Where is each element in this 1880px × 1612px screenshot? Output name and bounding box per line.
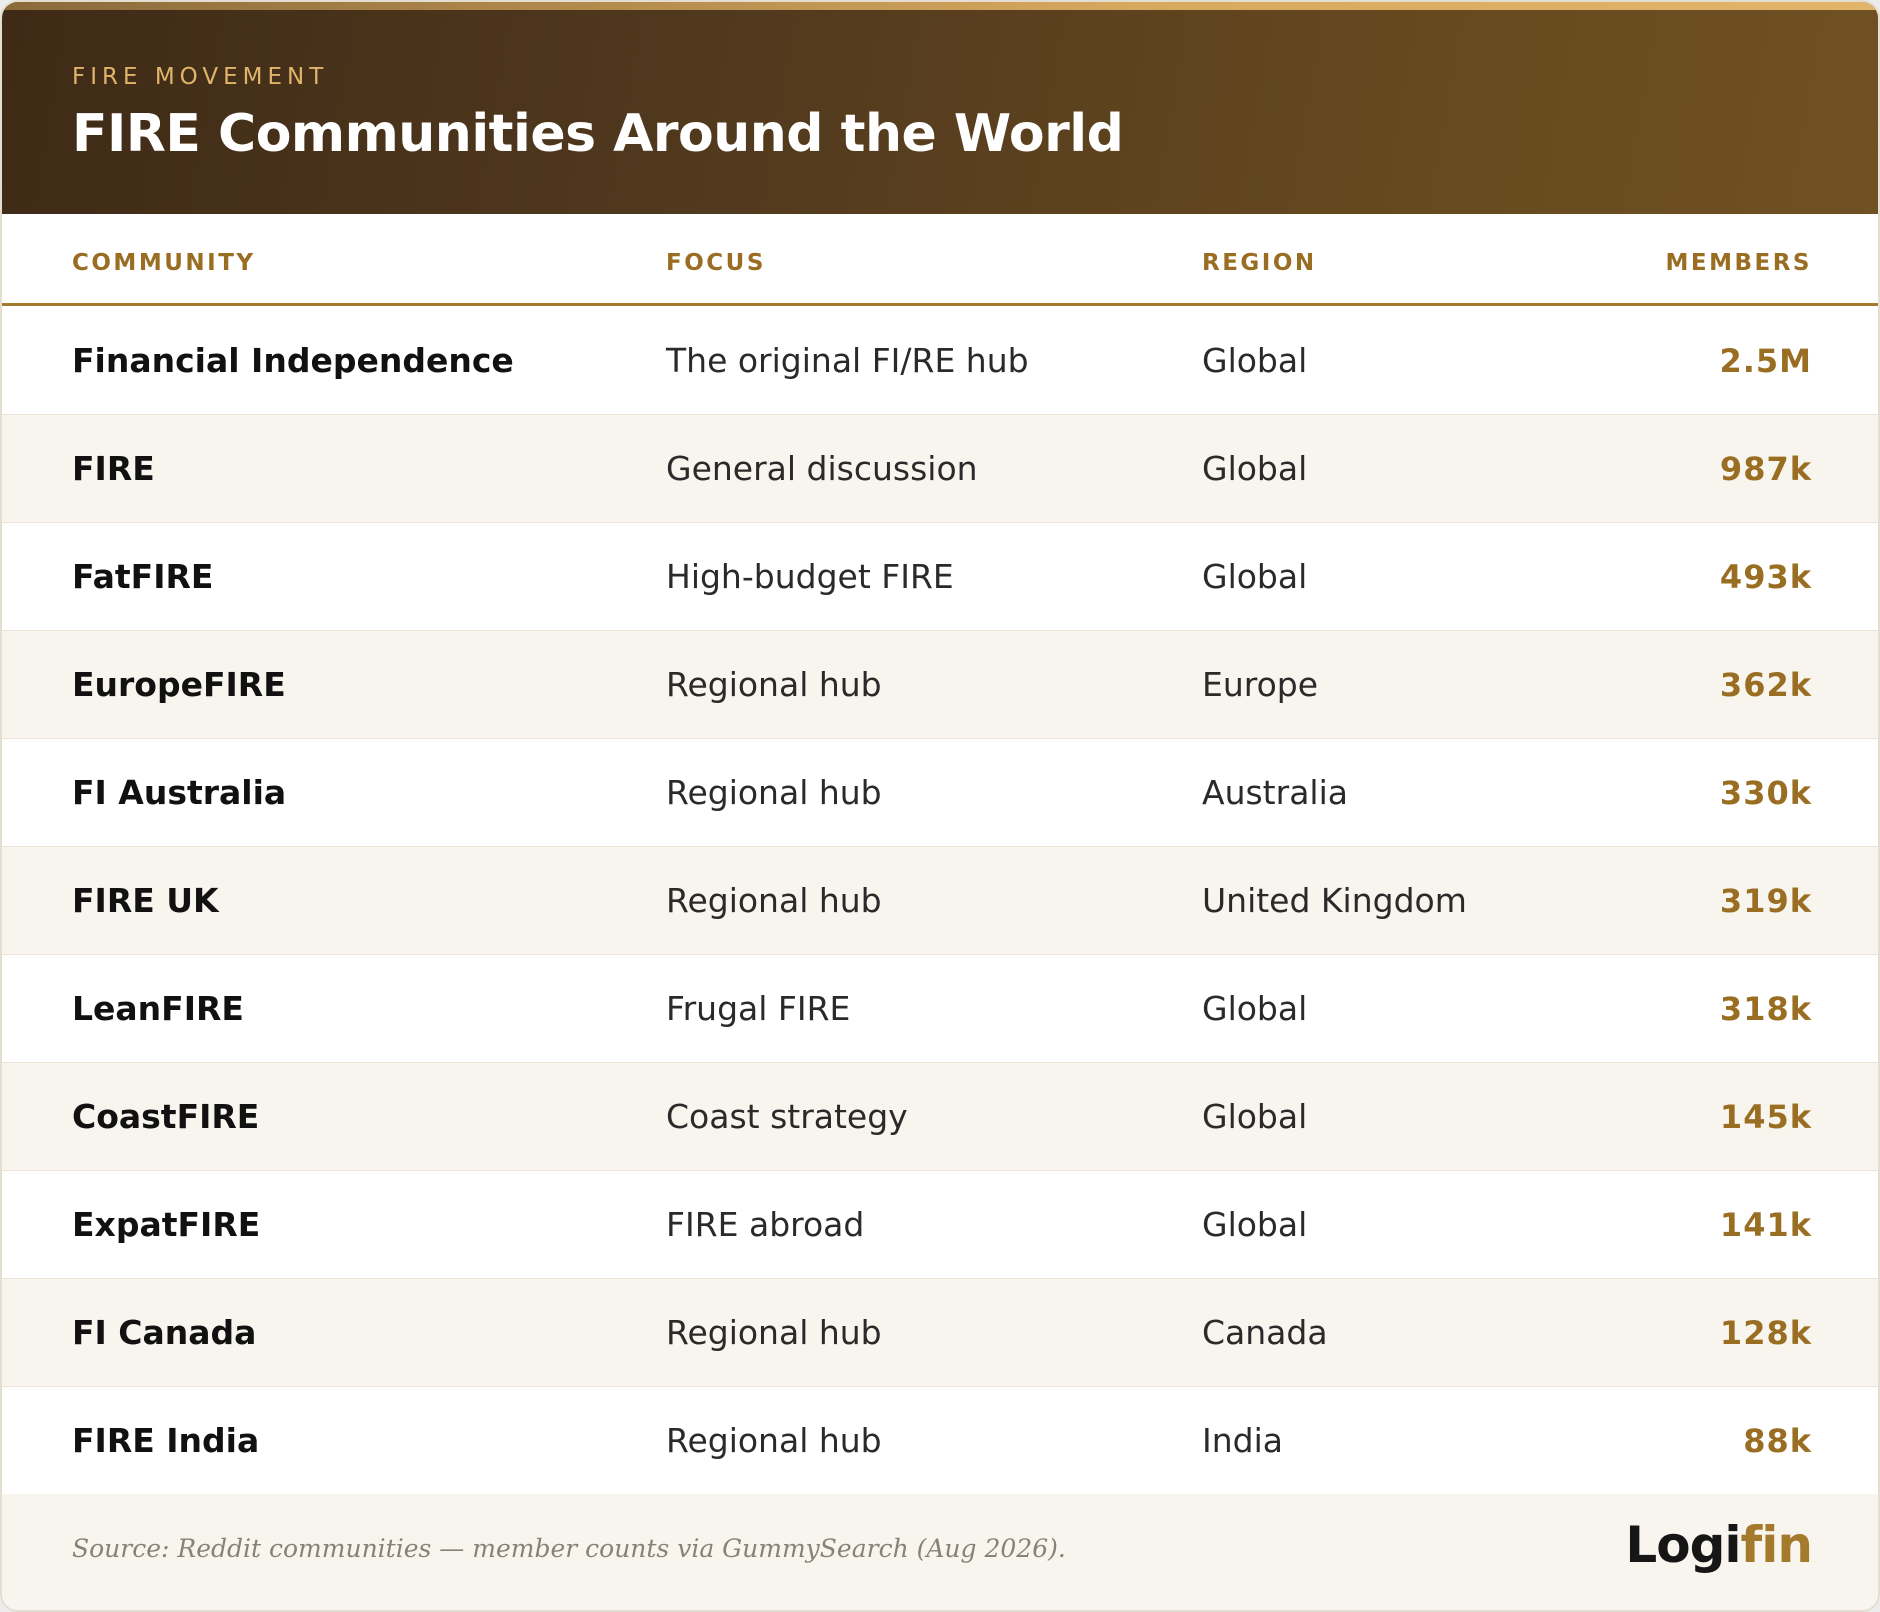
table-row: FatFIRE High-budget FIRE Global 493k	[2, 523, 1878, 631]
community-name: FI Canada	[72, 1313, 257, 1352]
table-row: FIRE UK Regional hub United Kingdom 319k	[2, 847, 1878, 955]
members-count: 362k	[1719, 666, 1812, 704]
column-header-region: REGION	[1202, 250, 1317, 276]
table-header: COMMUNITY FOCUS REGION MEMBERS	[2, 214, 1878, 306]
focus-cell: The original FI/RE hub	[666, 341, 1029, 380]
table-row: ExpatFIRE FIRE abroad Global 141k	[2, 1171, 1878, 1279]
region-cell: India	[1202, 1421, 1283, 1460]
focus-cell: Frugal FIRE	[666, 989, 851, 1028]
focus-cell: Regional hub	[666, 881, 882, 920]
focus-cell: Regional hub	[666, 1421, 882, 1460]
community-name: LeanFIRE	[72, 989, 244, 1028]
community-name: Financial Independence	[72, 341, 514, 380]
column-header-members: MEMBERS	[1665, 250, 1812, 276]
community-name: CoastFIRE	[72, 1097, 260, 1136]
table-row: EuropeFIRE Regional hub Europe 362k	[2, 631, 1878, 739]
brand-logo: Logifin	[1625, 1516, 1813, 1574]
members-count: 318k	[1719, 990, 1812, 1028]
region-cell: Europe	[1202, 665, 1319, 704]
members-count: 2.5M	[1719, 342, 1812, 380]
region-cell: Australia	[1202, 773, 1348, 812]
members-count: 319k	[1719, 882, 1812, 920]
region-cell: Canada	[1202, 1313, 1328, 1352]
region-cell: Global	[1202, 989, 1308, 1028]
eyebrow-label: FIRE MOVEMENT	[72, 64, 329, 90]
members-count: 141k	[1719, 1206, 1812, 1244]
brand-logo-part-2: fin	[1740, 1516, 1813, 1574]
community-name: FIRE UK	[72, 881, 219, 920]
fire-communities-card: FIRE MOVEMENT FIRE Communities Around th…	[0, 0, 1880, 1612]
region-cell: Global	[1202, 557, 1308, 596]
brand-logo-part-1: Logi	[1625, 1516, 1741, 1574]
members-count: 330k	[1719, 774, 1812, 812]
table-row: LeanFIRE Frugal FIRE Global 318k	[2, 955, 1878, 1063]
focus-cell: Regional hub	[666, 665, 882, 704]
members-count: 145k	[1719, 1098, 1812, 1136]
members-count: 88k	[1743, 1422, 1812, 1460]
community-name: FIRE	[72, 449, 155, 488]
members-count: 987k	[1719, 450, 1812, 488]
table-row: FI Canada Regional hub Canada 128k	[2, 1279, 1878, 1387]
region-cell: Global	[1202, 341, 1308, 380]
community-name: FatFIRE	[72, 557, 214, 596]
table-row: Financial Independence The original FI/R…	[2, 307, 1878, 415]
focus-cell: FIRE abroad	[666, 1205, 865, 1244]
column-header-community: COMMUNITY	[72, 250, 256, 276]
card-footer: Source: Reddit communities — member coun…	[2, 1494, 1878, 1610]
region-cell: United Kingdom	[1202, 881, 1467, 920]
focus-cell: Regional hub	[666, 773, 882, 812]
community-name: FI Australia	[72, 773, 287, 812]
table-row: FIRE General discussion Global 987k	[2, 415, 1878, 523]
table-row: FI Australia Regional hub Australia 330k	[2, 739, 1878, 847]
table-body: Financial Independence The original FI/R…	[2, 307, 1878, 1495]
column-header-focus: FOCUS	[666, 250, 766, 276]
header-accent-line	[2, 2, 1878, 10]
source-note: Source: Reddit communities — member coun…	[72, 1534, 1066, 1563]
region-cell: Global	[1202, 449, 1308, 488]
community-name: EuropeFIRE	[72, 665, 286, 704]
focus-cell: General discussion	[666, 449, 978, 488]
table-row: FIRE India Regional hub India 88k	[2, 1387, 1878, 1495]
region-cell: Global	[1202, 1205, 1308, 1244]
focus-cell: Coast strategy	[666, 1097, 908, 1136]
card-header: FIRE MOVEMENT FIRE Communities Around th…	[2, 2, 1878, 214]
members-count: 493k	[1719, 558, 1812, 596]
table-row: CoastFIRE Coast strategy Global 145k	[2, 1063, 1878, 1171]
region-cell: Global	[1202, 1097, 1308, 1136]
page-title: FIRE Communities Around the World	[72, 104, 1124, 164]
members-count: 128k	[1719, 1314, 1812, 1352]
community-name: FIRE India	[72, 1421, 260, 1460]
focus-cell: Regional hub	[666, 1313, 882, 1352]
focus-cell: High-budget FIRE	[666, 557, 954, 596]
community-name: ExpatFIRE	[72, 1205, 261, 1244]
